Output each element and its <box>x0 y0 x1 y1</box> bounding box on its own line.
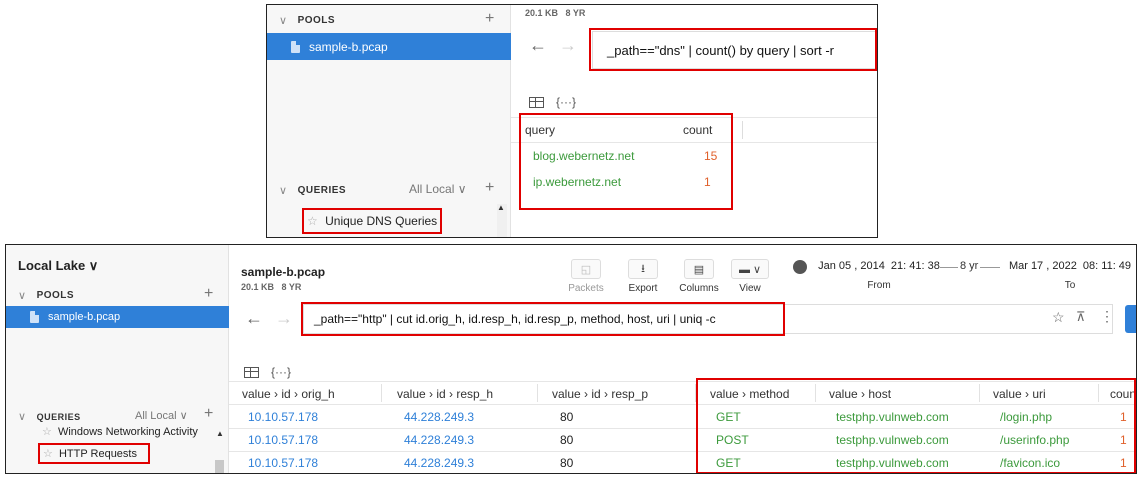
view-tabs: {···} <box>529 95 576 109</box>
column-header-resp-h[interactable]: value › id › resp_h <box>397 387 493 401</box>
pool-item-label: sample-b.pcap <box>48 311 121 323</box>
top-sidebar: ∨ POOLS + sample-b.pcap ∨ QUERIES All Lo… <box>267 5 511 237</box>
pools-header-label: POOLS <box>297 15 336 26</box>
pool-stats: 20.1 KB 8 YR <box>525 8 586 18</box>
more-options-icon[interactable]: ⋮ <box>1100 308 1114 325</box>
cell-orig-h[interactable]: 10.10.57.178 <box>248 456 318 470</box>
star-icon[interactable]: ☆ <box>1052 309 1065 326</box>
history-nav: ← → <box>529 35 577 56</box>
cell-orig-h[interactable]: 10.10.57.178 <box>248 410 318 424</box>
pool-item-label: sample-b.pcap <box>309 39 388 54</box>
forward-arrow-icon[interactable]: → <box>559 35 577 55</box>
queries-section-header[interactable]: ∨ QUERIES <box>279 184 346 197</box>
highlight-results <box>519 113 733 210</box>
cell-orig-h[interactable]: 10.10.57.178 <box>248 433 318 447</box>
chevron-down-icon: ∨ <box>18 411 27 423</box>
time-span: 8 yr <box>958 260 981 272</box>
to-time-picker[interactable]: Mar 17 , 2022 08: 11: 49 To <box>1002 260 1136 291</box>
cell-resp-p[interactable]: 80 <box>560 433 573 447</box>
pin-icon[interactable]: ⊼ <box>1076 309 1086 325</box>
add-pool-icon[interactable]: + <box>485 10 494 28</box>
from-time-value: Jan 05 , 2014 21: 41: 38 <box>818 260 940 272</box>
chevron-down-icon: ∨ <box>279 15 288 27</box>
column-header-orig-h[interactable]: value › id › orig_h <box>242 387 335 401</box>
add-query-icon[interactable]: + <box>204 405 213 423</box>
column-divider[interactable] <box>537 384 538 402</box>
clock-icon <box>793 260 807 274</box>
bottom-sidebar: Local Lake ∨ ∨ POOLS + sample-b.pcap ∨ Q… <box>6 245 229 473</box>
column-divider[interactable] <box>742 121 743 139</box>
packets-icon: ◱ <box>571 259 601 279</box>
query-item-label: Windows Networking Activity <box>57 426 198 438</box>
pools-section-header[interactable]: ∨ POOLS <box>18 289 74 302</box>
columns-icon: ▤ <box>684 259 714 279</box>
sidebar-item-sample-b-pcap[interactable]: sample-b.pcap <box>6 306 229 328</box>
chevron-down-icon: ∨ <box>18 290 27 302</box>
pools-header-label: POOLS <box>36 290 75 301</box>
cell-resp-h[interactable]: 44.228.249.3 <box>404 456 474 470</box>
back-arrow-icon[interactable]: ← <box>529 35 547 55</box>
highlight-query-item <box>38 443 150 464</box>
columns-button[interactable]: ▤ Columns <box>677 259 721 294</box>
queries-filter-dropdown[interactable]: All Local ∨ <box>135 409 188 422</box>
to-time-value: Mar 17 , 2022 08: 11: 49 <box>1008 260 1132 272</box>
add-query-icon[interactable]: + <box>485 179 494 197</box>
export-icon: ⭳ <box>628 259 658 279</box>
file-icon <box>30 311 39 323</box>
query-item-windows-networking[interactable]: ☆ Windows Networking Activity <box>42 425 198 438</box>
queries-filter-dropdown[interactable]: All Local ∨ <box>409 182 466 196</box>
cell-resp-h[interactable]: 44.228.249.3 <box>404 410 474 424</box>
add-pool-icon[interactable]: + <box>204 285 213 303</box>
star-icon[interactable]: ☆ <box>42 426 52 438</box>
pools-section-header[interactable]: ∨ POOLS <box>279 14 335 27</box>
pool-stats: 20.1 KB 8 YR <box>241 282 302 292</box>
history-nav: ← → <box>245 308 293 329</box>
to-time-label: To <box>1064 280 1076 291</box>
highlight-query-item <box>302 208 442 234</box>
queries-section-header[interactable]: ∨ QUERIES <box>18 410 81 423</box>
cell-resp-h[interactable]: 44.228.249.3 <box>404 433 474 447</box>
cell-resp-p[interactable]: 80 <box>560 456 573 470</box>
highlight-results <box>696 378 1136 473</box>
table-view-icon[interactable] <box>244 366 259 378</box>
view-button[interactable]: ▬ ∨ View <box>730 259 770 294</box>
sidebar-item-sample-b-pcap[interactable]: sample-b.pcap <box>267 33 511 60</box>
json-view-icon[interactable]: {···} <box>271 365 291 379</box>
from-time-label: From <box>867 280 891 291</box>
scroll-up-icon[interactable]: ▲ <box>497 203 505 212</box>
highlight-query <box>589 28 877 71</box>
packets-button[interactable]: ◱ Packets <box>566 259 606 294</box>
from-time-picker[interactable]: Jan 05 , 2014 21: 41: 38 From <box>814 260 944 291</box>
chevron-down-icon: ∨ <box>279 185 288 197</box>
table-view-icon[interactable] <box>529 96 544 108</box>
view-icon: ▬ ∨ <box>731 259 769 279</box>
queries-header-label: QUERIES <box>36 411 81 422</box>
column-divider[interactable] <box>381 384 382 402</box>
column-header-resp-p[interactable]: value › id › resp_p <box>552 387 648 401</box>
queries-header-label: QUERIES <box>297 185 347 196</box>
top-screenshot-panel: ∨ POOLS + sample-b.pcap ∨ QUERIES All Lo… <box>266 4 878 238</box>
queries-scrollbar-thumb[interactable] <box>215 460 224 473</box>
scroll-up-icon[interactable]: ▲ <box>216 429 224 438</box>
back-arrow-icon[interactable]: ← <box>245 308 263 328</box>
forward-arrow-icon[interactable]: → <box>275 308 293 328</box>
file-icon <box>291 40 300 53</box>
bottom-screenshot-panel: Local Lake ∨ ∨ POOLS + sample-b.pcap ∨ Q… <box>5 244 1137 474</box>
highlight-query <box>301 302 785 336</box>
pool-title: sample-b.pcap <box>241 265 326 279</box>
view-tabs: {···} <box>244 365 291 379</box>
cell-resp-p[interactable]: 80 <box>560 410 573 424</box>
json-view-icon[interactable]: {···} <box>556 95 576 109</box>
run-query-button[interactable] <box>1125 305 1136 333</box>
export-button[interactable]: ⭳ Export <box>623 259 663 294</box>
lake-title[interactable]: Local Lake ∨ <box>18 258 98 274</box>
